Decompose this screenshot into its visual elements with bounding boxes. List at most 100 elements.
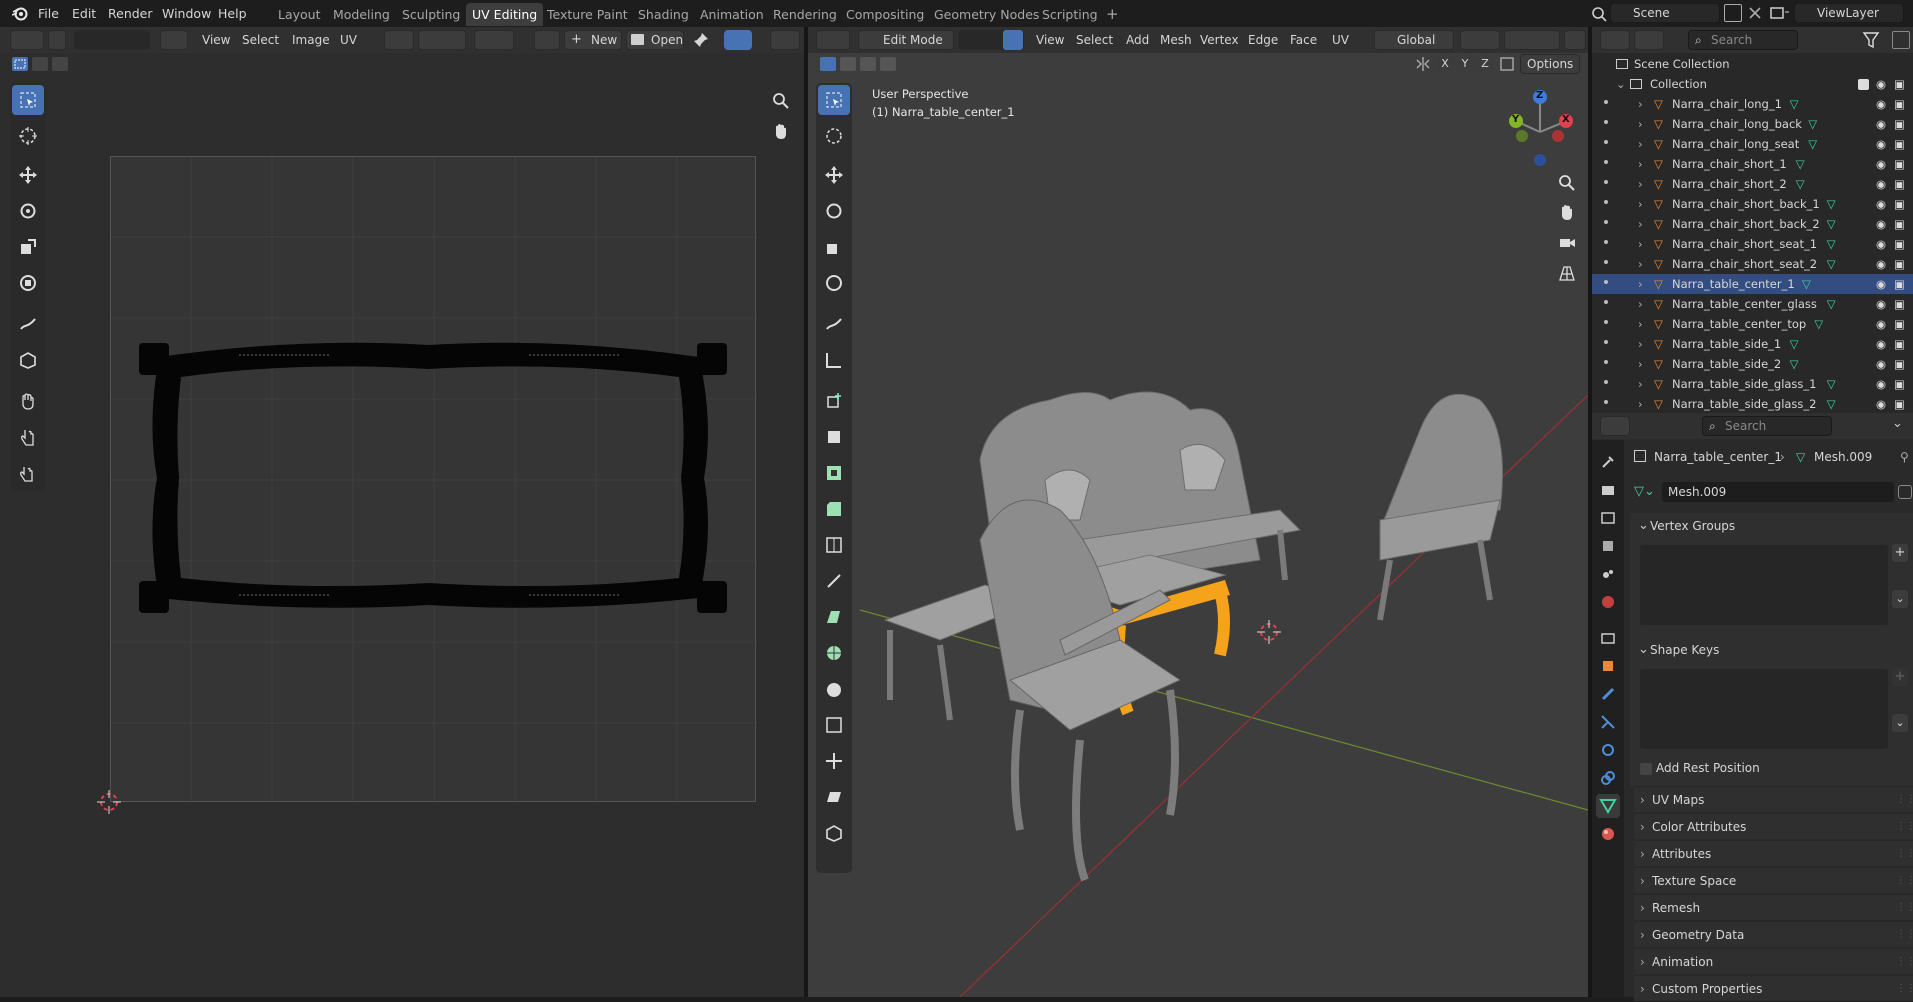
visibility-eye-icon[interactable]: ◉ [1876, 294, 1886, 314]
mesh-name-field[interactable]: Mesh.009 [1662, 482, 1894, 502]
filter-icon[interactable] [1862, 31, 1888, 49]
selection-dot-icon[interactable] [1604, 320, 1608, 324]
panel-header[interactable]: › Custom Properties ⋮⋮ [1634, 975, 1913, 1001]
uv-menu-uv[interactable]: UV [340, 30, 357, 50]
shape-key-specials-button[interactable]: ⌄ [1892, 714, 1908, 732]
viewport-scene[interactable] [860, 80, 1588, 997]
uv-menu-view[interactable]: View [202, 30, 230, 50]
mesh-data-icon[interactable]: ▽ [1827, 194, 1836, 214]
pivot-icon[interactable] [1460, 30, 1500, 50]
visibility-eye-icon[interactable]: ◉ [1876, 94, 1886, 114]
add-cube-tool-icon[interactable] [818, 386, 850, 416]
outliner-item[interactable]: › ▽ Narra_table_center_top ▽ ◉ ▣ [1592, 314, 1913, 334]
spin-tool-icon[interactable] [818, 638, 850, 668]
drag-handle-icon[interactable]: ⋮⋮ [1896, 922, 1913, 948]
move-tool-icon[interactable] [12, 160, 44, 190]
material-tab-icon[interactable] [1600, 826, 1616, 842]
selection-dot-icon[interactable] [1604, 220, 1608, 224]
vp-select-box-tool-icon[interactable] [818, 85, 850, 115]
panel-header[interactable]: › Texture Space ⋮⋮ [1634, 867, 1913, 893]
view-layer-tab-icon[interactable] [1600, 538, 1616, 554]
tool-tab-icon[interactable] [1600, 454, 1616, 470]
rotate-tool-icon[interactable] [12, 196, 44, 226]
mesh-data-icon[interactable]: ▽ [1827, 234, 1836, 254]
mesh-data-icon[interactable]: ▽ [1814, 314, 1823, 334]
panel-header[interactable]: › UV Maps ⋮⋮ [1634, 786, 1913, 812]
bevel-tool-icon[interactable] [818, 494, 850, 524]
render-camera-icon[interactable]: ▣ [1894, 134, 1905, 154]
pinch-tool-icon[interactable] [12, 458, 44, 488]
annotate-tool-icon[interactable] [12, 309, 44, 339]
vp-transform-tool-icon[interactable] [818, 268, 850, 298]
breadcrumb-object-name[interactable]: Narra_table_center_1 [1654, 447, 1782, 467]
tab-layout[interactable]: Layout [272, 3, 327, 26]
properties-editor-type-icon[interactable] [1600, 416, 1630, 436]
shrink-fatten-tool-icon[interactable] [818, 746, 850, 776]
tab-texture-paint[interactable]: Texture Paint [541, 3, 634, 26]
shape-keys-chevron-icon[interactable]: ⌄ [1638, 642, 1649, 657]
transform-tool-icon[interactable] [12, 268, 44, 298]
outliner-item[interactable]: › ▽ Narra_table_side_1 ▽ ◉ ▣ [1592, 334, 1913, 354]
expand-chevron-icon[interactable]: › [1638, 134, 1643, 154]
drag-handle-icon[interactable]: ⋮⋮ [1896, 868, 1913, 894]
constraints-tab-icon[interactable] [1600, 770, 1616, 786]
outliner-collection[interactable]: ⌄ Collection ◉ ▣ [1592, 74, 1913, 94]
render-camera-icon[interactable]: ▣ [1894, 94, 1905, 114]
delete-scene-icon[interactable] [1746, 4, 1764, 22]
panel-header[interactable]: › Animation ⋮⋮ [1634, 948, 1913, 974]
tab-geometry-nodes[interactable]: Geometry Nodes [928, 3, 1045, 26]
selection-dot-icon[interactable] [1604, 180, 1608, 184]
perspective-toggle-icon[interactable] [1554, 260, 1580, 286]
vp-select-box-modes[interactable] [818, 54, 906, 74]
visibility-eye-icon[interactable]: ◉ [1876, 274, 1886, 294]
vp-zoom-icon[interactable] [1554, 170, 1580, 196]
shape-keys-label[interactable]: Shape Keys [1650, 643, 1719, 657]
render-camera-icon[interactable]: ▣ [1894, 114, 1905, 134]
outliner-editor-type-icon[interactable] [1600, 30, 1630, 50]
mesh-data-icon[interactable]: ▽ [1827, 374, 1836, 394]
visibility-eye-icon[interactable]: ◉ [1876, 114, 1886, 134]
drag-handle-icon[interactable]: ⋮⋮ [1896, 976, 1913, 1002]
expand-chevron-icon[interactable]: › [1638, 154, 1643, 174]
expand-chevron-icon[interactable]: › [1638, 94, 1643, 114]
breadcrumb-mesh-name[interactable]: Mesh.009 [1814, 447, 1872, 467]
tab-animation[interactable]: Animation [694, 3, 770, 26]
mesh-data-icon[interactable]: ▽ [1802, 274, 1811, 294]
mirror-axes-icon[interactable] [1414, 56, 1432, 72]
expand-chevron-icon[interactable]: › [1638, 394, 1643, 414]
expand-chevron-icon[interactable]: › [1638, 234, 1643, 254]
pivot-point-icon[interactable] [384, 30, 414, 50]
output-tab-icon[interactable] [1600, 510, 1616, 526]
uv-menu-select[interactable]: Select [242, 30, 279, 50]
grab-tool-icon[interactable] [12, 386, 44, 416]
outliner-item[interactable]: › ▽ Narra_table_side_glass_2 ▽ ◉ ▣ [1592, 394, 1913, 414]
render-camera-icon[interactable]: ▣ [1894, 394, 1905, 414]
render-camera-icon[interactable]: ▣ [1894, 154, 1905, 174]
uv-select-mode-buttons[interactable] [74, 30, 150, 50]
editor-type-icon[interactable] [10, 30, 44, 50]
outliner-item[interactable]: › ▽ Narra_table_side_glass_1 ▽ ◉ ▣ [1592, 374, 1913, 394]
render-camera-icon[interactable]: ▣ [1894, 234, 1905, 254]
visibility-eye-icon[interactable]: ◉ [1876, 154, 1886, 174]
vp-menu-view[interactable]: View [1036, 30, 1064, 50]
menu-render[interactable]: Render [108, 0, 153, 27]
outliner-item[interactable]: › ▽ Narra_chair_short_1 ▽ ◉ ▣ [1592, 154, 1913, 174]
render-camera-icon[interactable]: ▣ [1894, 294, 1905, 314]
vp-menu-face[interactable]: Face [1290, 30, 1317, 50]
uv-menu-image[interactable]: Image [292, 30, 330, 50]
edge-slide-tool-icon[interactable] [818, 710, 850, 740]
render-camera-icon[interactable]: ▣ [1894, 334, 1905, 354]
collection-render-camera-icon[interactable]: ▣ [1894, 74, 1905, 94]
tab-modeling[interactable]: Modeling [327, 3, 396, 26]
mesh-data-icon[interactable]: ▽ [1790, 94, 1799, 114]
selection-dot-icon[interactable] [1604, 120, 1608, 124]
outliner-search-field[interactable]: ⌕ Search [1688, 30, 1798, 50]
selection-dot-icon[interactable] [1604, 100, 1608, 104]
scale-tool-icon[interactable] [12, 232, 44, 262]
expand-chevron-icon[interactable]: › [1638, 274, 1643, 294]
menu-help[interactable]: Help [218, 0, 247, 27]
mode-selector[interactable]: Edit Mode [858, 30, 954, 50]
scene-selector[interactable]: Scene [1610, 3, 1720, 23]
tab-sculpting[interactable]: Sculpting [396, 3, 466, 26]
scene-tab-icon[interactable] [1600, 566, 1616, 582]
